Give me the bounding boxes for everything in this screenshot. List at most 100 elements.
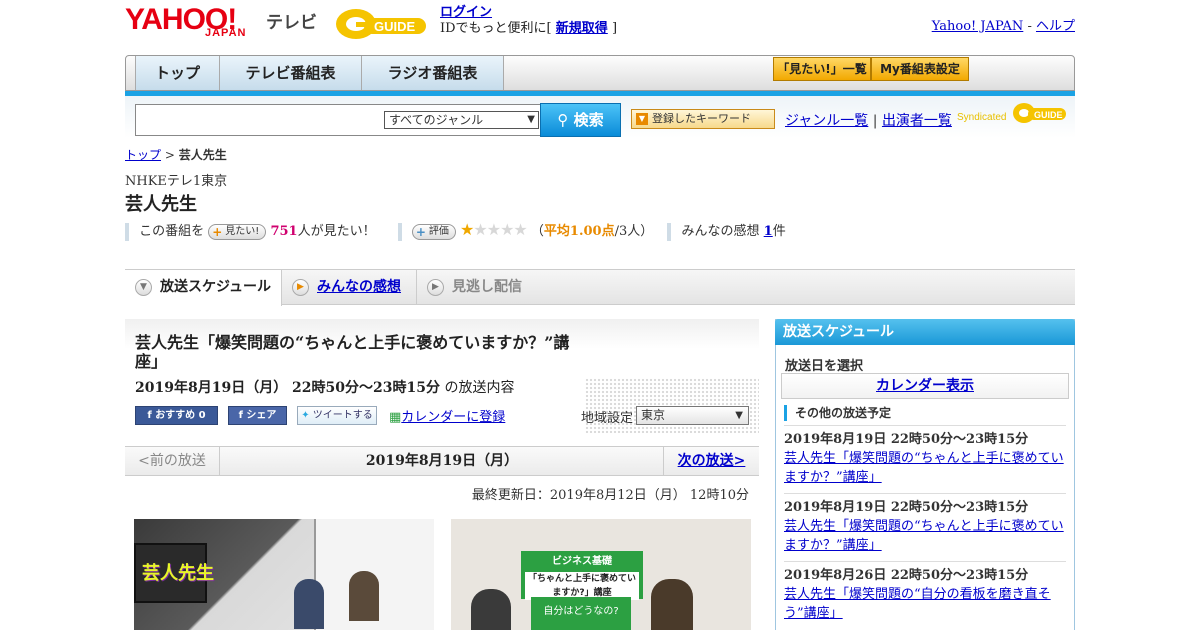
want-count: 751	[270, 224, 298, 239]
episode-pager: <前の放送 2019年8月19日（月） 次の放送>	[125, 446, 759, 476]
tab-schedule[interactable]: ▼ 放送スケジュール	[125, 270, 282, 306]
link-separator: -	[1023, 19, 1036, 34]
keyword-button[interactable]: ▼ 登録したキーワード	[631, 109, 775, 129]
meta-divider	[397, 222, 402, 241]
tweet-button[interactable]: ✦ ツイートする	[297, 406, 377, 425]
page-title: 芸人先生	[125, 194, 197, 215]
list-item: 2019年8月26日 22時50分～23時15分 芸人先生「爆笑問題の“自分の看…	[784, 561, 1066, 623]
tv-logo-text: テレビ	[266, 13, 317, 33]
breadcrumb: トップ > 芸人先生	[125, 146, 227, 163]
nav-tab-tv[interactable]: テレビ番組表	[220, 56, 362, 90]
next-episode-link[interactable]: 次の放送>	[663, 447, 759, 475]
impressions-count-link[interactable]: 1	[764, 224, 773, 239]
lecture-sign: ビジネス基礎 「ちゃんと上手に褒めていますか?」講座	[521, 551, 643, 600]
search-button[interactable]: ⚲ 検索	[540, 103, 621, 137]
region-label: 地域設定	[581, 411, 634, 426]
tweet-label: ツイートする	[312, 410, 373, 421]
fb-share-label: シェア	[246, 410, 277, 421]
cast-list-link[interactable]: 出演者一覧	[882, 113, 952, 129]
help-link[interactable]: ヘルプ	[1036, 19, 1075, 34]
plus-icon: +	[212, 224, 223, 239]
tab-impressions-label[interactable]: みんなの感想	[317, 279, 401, 295]
calendar-view-button[interactable]: カレンダー表示	[781, 373, 1069, 399]
g-guide-logo[interactable]: GUIDE	[334, 6, 434, 42]
global-nav: トップ テレビ番組表 ラジオ番組表 「見たい!」一覧 My番組表設定	[125, 55, 1075, 91]
person	[349, 571, 379, 621]
link-divider: |	[872, 113, 878, 129]
genre-list-link[interactable]: ジャンル一覧	[785, 113, 868, 129]
rate-button-label: 評価	[428, 225, 449, 237]
chevron-down-icon: ▼	[135, 279, 152, 296]
rating-stars: ★★★★★	[460, 220, 528, 239]
nav-tab-radio[interactable]: ラジオ番組表	[362, 56, 504, 90]
chevron-down-icon: ▼	[735, 410, 743, 421]
episode-title: 芸人先生「爆笑問題の“ちゃんと上手に褒めていますか？”講座」	[135, 333, 570, 371]
rating-avg-prefix: （	[530, 224, 544, 239]
list-item: 2019年8月19日 22時50分～23時15分 芸人先生「爆笑問題の“ちゃんと…	[784, 493, 1066, 555]
sign-line-1: ビジネス基礎	[552, 556, 612, 567]
nav-tab-top[interactable]: トップ	[136, 56, 220, 90]
calendar-register-link[interactable]: カレンダーに登録	[401, 410, 505, 425]
calendar-register[interactable]: ▦カレンダーに登録	[389, 406, 505, 425]
rate-button[interactable]: + 評価	[411, 223, 456, 240]
region-select[interactable]: 東京 ▼	[636, 406, 749, 425]
search-icon: ⚲	[557, 111, 569, 129]
breadcrumb-current: 芸人先生	[178, 148, 227, 162]
facebook-icon: f	[238, 410, 243, 421]
last-updated: 最終更新日：2019年8月12日（月） 12時10分	[471, 488, 749, 503]
tab-missed-label: 見逃し配信	[452, 279, 522, 295]
person	[651, 579, 693, 630]
schedule-title-link[interactable]: 芸人先生「爆笑問題の“ちゃんと上手に褒めていますか？”講座」	[784, 519, 1064, 553]
tab-schedule-label: 放送スケジュール	[160, 279, 272, 295]
content-tabs: ▼ 放送スケジュール ▶ みんなの感想 ▶ 見逃し配信	[125, 269, 1075, 306]
impressions-suffix: 件	[772, 224, 786, 239]
g-guide-small-logo: GUIDE	[1012, 100, 1068, 126]
fb-recommend-button[interactable]: f おすすめ 0	[135, 406, 218, 425]
rating-avg-suffix: /3人）	[614, 224, 654, 239]
chevron-down-icon: ▼	[527, 114, 535, 125]
schedule-date: 2019年8月19日 22時50分～23時15分	[784, 432, 1029, 447]
signup-link[interactable]: 新規取得	[556, 21, 608, 36]
calendar-icon: ▦	[389, 410, 402, 425]
schedule-title-link[interactable]: 芸人先生「爆笑問題の“自分の看板を磨き直そう”講座」	[784, 587, 1051, 621]
rating-avg: 平均1.00点	[543, 224, 615, 239]
person	[471, 589, 511, 630]
region-selected: 東京	[641, 408, 666, 422]
episode-time-suffix: の放送内容	[444, 380, 515, 396]
fb-share-button[interactable]: f シェア	[228, 406, 287, 425]
select-date-label: 放送日を選択	[785, 359, 864, 374]
episode-datetime: 2019年8月19日（月） 22時50分～23時15分 の放送内容	[135, 377, 514, 397]
episode-photo-2: ビジネス基礎 「ちゃんと上手に褒めていますか?」講座 自分はどうなの?	[451, 519, 751, 630]
plus-icon: +	[415, 224, 426, 239]
facebook-icon: f	[147, 410, 152, 421]
channel-name: NHKEテレ1東京	[125, 174, 228, 189]
schedule-title-link[interactable]: 芸人先生「爆笑問題の“ちゃんと上手に褒めていますか？”講座」	[784, 451, 1064, 485]
meta-divider	[667, 222, 672, 241]
schedule-date: 2019年8月26日 22時50分～23時15分	[784, 568, 1029, 583]
keyword-button-label: 登録したキーワード	[652, 112, 751, 125]
login-block: ログイン IDでもっと便利に[ 新規取得 ]	[440, 5, 617, 37]
tab-missed[interactable]: ▶ 見逃し配信	[417, 270, 537, 304]
svg-text:GUIDE: GUIDE	[374, 19, 416, 34]
breadcrumb-sep: >	[164, 148, 175, 162]
yahoo-japan-link[interactable]: Yahoo! JAPAN	[932, 19, 1024, 34]
sidebar-title: 放送スケジュール	[775, 319, 1075, 345]
want-list-button[interactable]: 「見たい!」一覧	[773, 57, 871, 81]
login-note: IDでもっと便利に[	[440, 21, 552, 36]
login-link[interactable]: ログイン	[440, 5, 492, 20]
fb-recommend-label: おすすめ 0	[155, 410, 206, 421]
tab-impressions[interactable]: ▶ みんなの感想	[282, 270, 417, 304]
want-button[interactable]: + 見たい!	[208, 223, 267, 240]
genre-select[interactable]: すべてのジャンル ▼	[384, 111, 539, 129]
impressions-label: みんなの感想	[681, 224, 760, 239]
top-links: Yahoo! JAPAN - ヘルプ	[932, 15, 1075, 34]
episode-datetime-value: 2019年8月19日（月） 22時50分～23時15分	[135, 380, 440, 396]
meta-divider	[125, 222, 129, 241]
twitter-bird-icon: ✦	[301, 410, 310, 421]
play-icon: ▶	[292, 279, 309, 296]
want-suffix: 人が見たい！	[297, 224, 376, 239]
my-settings-button[interactable]: My番組表設定	[871, 57, 969, 81]
search-button-label: 検索	[573, 111, 604, 129]
breadcrumb-home[interactable]: トップ	[125, 148, 161, 162]
schedule-date: 2019年8月19日 22時50分～23時15分	[784, 500, 1029, 515]
